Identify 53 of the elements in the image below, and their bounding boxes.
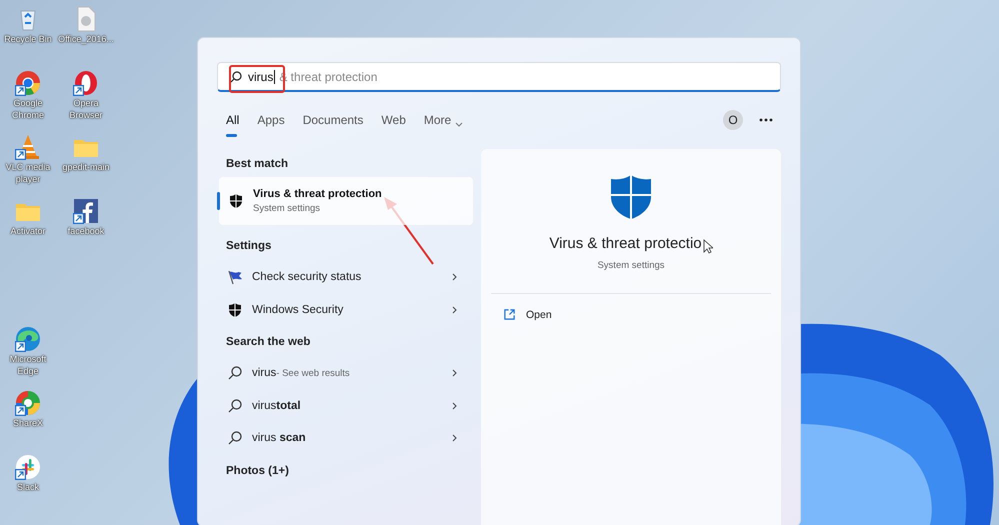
result-title: Virus & threat protection (253, 188, 382, 200)
best-match-item[interactable]: Virus & threat protection System settings (219, 177, 473, 225)
external-link-icon (503, 308, 516, 321)
shield-icon (228, 193, 244, 209)
result-row[interactable]: Check security status (217, 261, 473, 294)
open-action[interactable]: Open (481, 294, 781, 335)
desktop-icon-label: Opera Browser (68, 97, 104, 121)
section-heading: Photos (1+) (225, 464, 290, 478)
result-row[interactable]: virustotal (217, 390, 473, 422)
search-icon (230, 70, 242, 82)
result-text: virustotal (252, 400, 302, 412)
result-row[interactable]: virus scan (217, 422, 473, 454)
desktop-icon-label: Office_2016... (58, 33, 114, 45)
desktop-icon-label: Activator (9, 225, 46, 237)
chevron-right-icon (452, 434, 457, 442)
flag-icon (227, 269, 243, 286)
result-row[interactable]: virus- See web results (217, 357, 473, 390)
desktop-icon-label: gpedit-main (61, 161, 111, 173)
desktop-icon-label: Slack (16, 481, 40, 493)
desktop-icon-label: Recycle Bin (3, 33, 53, 45)
search-icon (227, 430, 243, 446)
desktop-icon-label: Microsoft Edge (8, 353, 48, 377)
chevron-right-icon (452, 306, 457, 314)
chevron-right-icon (452, 402, 457, 410)
mouse-pointer-icon (702, 239, 713, 254)
desktop-icon-label: facebook (66, 225, 106, 237)
desktop-icon-label: ShareX (12, 417, 44, 429)
filter-tab[interactable]: More (416, 110, 470, 138)
filter-tab[interactable]: All (217, 110, 246, 138)
account-avatar[interactable]: O (723, 110, 743, 130)
result-row[interactable]: Windows Security (217, 294, 473, 326)
search-query: virus (248, 70, 274, 84)
shield-icon (227, 302, 243, 318)
section-heading: Search the web (225, 335, 312, 350)
result-text: virus- See web results (252, 367, 351, 380)
desktop-icon-label: VLC media player (4, 161, 52, 185)
filter-tab[interactable]: Documents (296, 110, 370, 138)
more-options-icon[interactable] (759, 118, 773, 122)
detail-subtitle: System settings (597, 260, 665, 271)
search-icon (227, 365, 243, 382)
chevron-right-icon (452, 369, 457, 378)
result-text: Windows Security (252, 304, 344, 316)
chevron-right-icon (452, 273, 457, 282)
section-heading: Settings (225, 239, 272, 254)
search-icon (227, 398, 243, 414)
result-subtitle: System settings (253, 203, 322, 214)
filter-tab[interactable]: Apps (250, 110, 292, 138)
desktop-icon-label: Google Chrome (10, 97, 45, 121)
section-heading: Best match (225, 157, 289, 172)
filter-tab[interactable]: Web (374, 110, 413, 138)
result-text: virus scan (252, 432, 307, 444)
result-text: Check security status (252, 271, 362, 284)
detail-title: Virus & threat protectio (549, 235, 702, 252)
